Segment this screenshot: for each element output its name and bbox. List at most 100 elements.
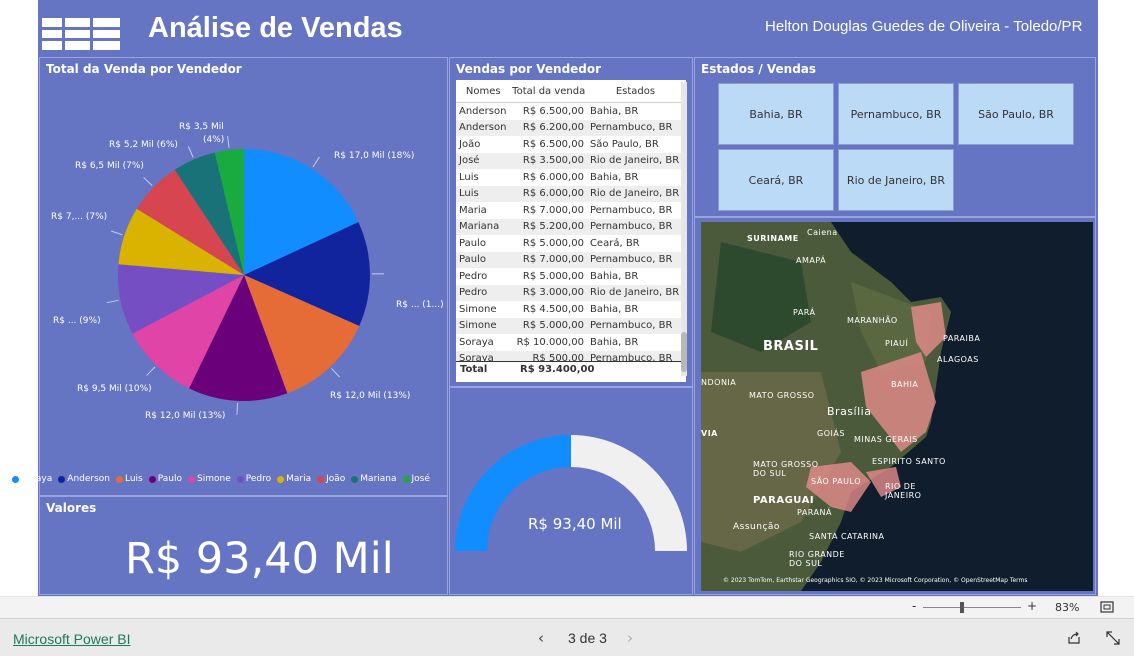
- table-cell: Bahia, BR: [587, 169, 684, 186]
- legend-item[interactable]: Simone: [188, 474, 231, 484]
- legend-item[interactable]: Maria: [277, 474, 311, 484]
- table-row[interactable]: AndersonR$ 6.500,00Bahia, BR: [456, 103, 684, 120]
- table-cell: R$ 3.000,00: [510, 285, 586, 302]
- map-label: MATO GROSSO DO SUL: [753, 460, 823, 478]
- pie-leader-line: [144, 177, 153, 185]
- pie-label-mariana: R$ 5,2 Mil (6%): [109, 140, 178, 150]
- table-row[interactable]: SorayaR$ 10.000,00Bahia, BR: [456, 334, 684, 351]
- column-header-nomes[interactable]: Nomes: [456, 80, 510, 103]
- table-total-row: Total R$ 93.400,00: [456, 361, 684, 380]
- total-value: R$ 93.400,00: [520, 364, 594, 375]
- zoom-slider-handle[interactable]: [960, 602, 964, 613]
- pie-label-maria: R$ 7,... (7%): [51, 212, 107, 222]
- table-row[interactable]: SimoneR$ 4.500,00Bahia, BR: [456, 301, 684, 318]
- legend-item[interactable]: Soraya: [12, 474, 52, 484]
- total-label: Total: [460, 364, 487, 375]
- scrollbar-thumb[interactable]: [681, 332, 687, 372]
- legend-item[interactable]: Luis: [116, 474, 143, 484]
- map-label: MATO GROSSO: [749, 391, 815, 400]
- table-cell: Soraya: [456, 334, 510, 351]
- table-cell: R$ 3.500,00: [510, 153, 586, 170]
- fullscreen-icon[interactable]: [1106, 631, 1120, 645]
- powerbi-link[interactable]: Microsoft Power BI: [13, 631, 130, 647]
- kpi-value: R$ 93,40 Mil: [125, 534, 394, 584]
- table-cell: Paulo: [456, 252, 510, 269]
- state-button-rio[interactable]: Rio de Janeiro, BR: [838, 149, 954, 211]
- prev-page-icon[interactable]: ‹: [538, 629, 544, 647]
- legend-label: João: [326, 474, 345, 484]
- table-scrollbar[interactable]: [681, 82, 687, 376]
- table-cell: Pernambuco, BR: [587, 318, 684, 335]
- table-row[interactable]: JoséR$ 3.500,00Rio de Janeiro, BR: [456, 153, 684, 170]
- map-label: PARAGUAI: [753, 495, 814, 506]
- footer-bar: Microsoft Power BI ‹ 3 de 3 ›: [0, 618, 1134, 656]
- column-header-estados[interactable]: Estados: [587, 80, 684, 103]
- table-cell: R$ 5.000,00: [510, 235, 586, 252]
- next-page-icon[interactable]: ›: [627, 629, 633, 647]
- legend-item[interactable]: Paulo: [149, 474, 182, 484]
- zoom-slider[interactable]: [923, 607, 1021, 608]
- pie-label-joao: R$ 6,5 Mil (7%): [75, 161, 144, 171]
- table-cell: Rio de Janeiro, BR: [587, 153, 684, 170]
- table-cell: R$ 6.000,00: [510, 186, 586, 203]
- state-button-ceara[interactable]: Ceará, BR: [718, 149, 834, 211]
- table-row[interactable]: PedroR$ 5.000,00Bahia, BR: [456, 268, 684, 285]
- table-row[interactable]: SimoneR$ 5.000,00Pernambuco, BR: [456, 318, 684, 335]
- fit-to-page-icon[interactable]: [1100, 601, 1114, 613]
- legend-label: Anderson: [67, 474, 110, 484]
- zoom-bar: - + 83%: [0, 596, 1134, 619]
- sales-table[interactable]: Nomes Total da venda Estados AndersonR$ …: [456, 80, 686, 382]
- pie-leader-line: [107, 300, 119, 302]
- table-row[interactable]: JoãoR$ 6.500,00São Paulo, BR: [456, 136, 684, 153]
- state-button-bahia[interactable]: Bahia, BR: [718, 83, 834, 145]
- column-header-total[interactable]: Total da venda: [510, 80, 586, 103]
- map-label: Brasília: [827, 405, 871, 418]
- pie-label-luis: R$ 12,0 Mil (13%): [330, 391, 410, 401]
- table-row[interactable]: PauloR$ 7.000,00Pernambuco, BR: [456, 252, 684, 269]
- share-icon[interactable]: [1067, 631, 1081, 645]
- map-label: NDONIA: [701, 378, 736, 387]
- table-cell: São Paulo, BR: [587, 136, 684, 153]
- table-cell: R$ 5.000,00: [510, 268, 586, 285]
- table-row[interactable]: PauloR$ 5.000,00Ceará, BR: [456, 235, 684, 252]
- map-attribution[interactable]: © 2023 TomTom, Earthstar Geographics SIO…: [723, 577, 1028, 584]
- table-row[interactable]: LuisR$ 6.000,00Bahia, BR: [456, 169, 684, 186]
- map-label: PARAIBA: [943, 334, 980, 343]
- table-row[interactable]: MarianaR$ 5.200,00Pernambuco, BR: [456, 219, 684, 236]
- legend-item[interactable]: José: [403, 474, 430, 484]
- gauge-fill: [455, 435, 571, 551]
- table-row[interactable]: LuisR$ 6.000,00Rio de Janeiro, BR: [456, 186, 684, 203]
- legend-dot: [351, 476, 358, 483]
- table-cell: Pedro: [456, 268, 510, 285]
- table-cell: R$ 5.000,00: [510, 318, 586, 335]
- table-cell: R$ 7.000,00: [510, 252, 586, 269]
- table-row[interactable]: AndersonR$ 6.200,00Pernambuco, BR: [456, 120, 684, 137]
- legend-item[interactable]: Anderson: [58, 474, 110, 484]
- gauge-chart: [449, 387, 693, 595]
- map-label: ESPIRITO SANTO: [872, 457, 946, 466]
- legend-item[interactable]: Pedro: [237, 474, 271, 484]
- table-cell: Luis: [456, 186, 510, 203]
- table-row[interactable]: PedroR$ 3.000,00Rio de Janeiro, BR: [456, 285, 684, 302]
- pie-label-pedro: R$ ... (9%): [53, 316, 101, 326]
- table-cell: Ceará, BR: [587, 235, 684, 252]
- legend-item[interactable]: Mariana: [351, 474, 396, 484]
- state-button-sao-paulo[interactable]: São Paulo, BR: [958, 83, 1074, 145]
- legend-label: José: [412, 474, 430, 484]
- map-label: BAHIA: [891, 380, 918, 389]
- zoom-level: 83%: [1055, 601, 1079, 614]
- table-cell: Rio de Janeiro, BR: [587, 186, 684, 203]
- state-button-pernambuco[interactable]: Pernambuco, BR: [838, 83, 954, 145]
- legend-item[interactable]: João: [317, 474, 345, 484]
- map-label: RIO DE JANEIRO: [885, 482, 925, 500]
- table-row[interactable]: MariaR$ 7.000,00Pernambuco, BR: [456, 202, 684, 219]
- sales-map[interactable]: SURINAME Caiena AMAPÁ PARÁ MARANHÃO BRAS…: [701, 222, 1093, 591]
- pie-leader-line: [332, 368, 340, 377]
- zoom-out-button[interactable]: -: [912, 599, 916, 613]
- gauge-track: [571, 435, 687, 551]
- table-cell: Bahia, BR: [587, 103, 684, 120]
- zoom-in-button[interactable]: +: [1027, 599, 1037, 613]
- table-cell: Luis: [456, 169, 510, 186]
- table-cell: Pernambuco, BR: [587, 120, 684, 137]
- pie-label-soraya: R$ 17,0 Mil (18%): [334, 151, 414, 161]
